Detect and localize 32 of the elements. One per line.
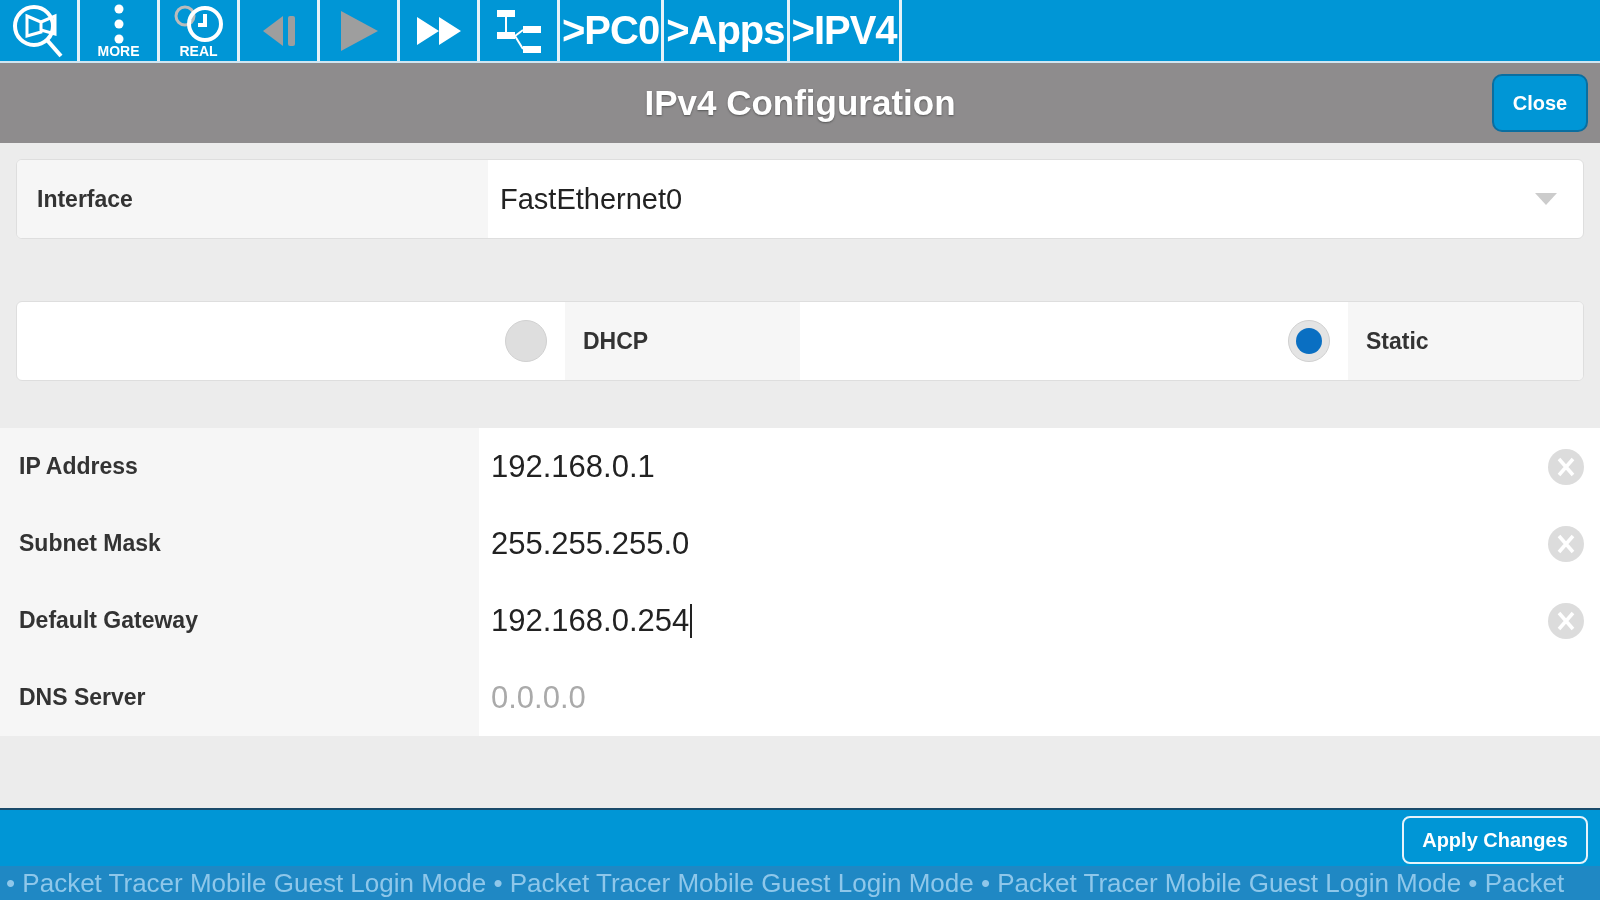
dropdown-caret-icon <box>1535 193 1557 205</box>
clear-icon[interactable] <box>1548 448 1584 485</box>
breadcrumb-button[interactable]: >Apps <box>664 0 787 61</box>
field-label: DNS Server <box>0 659 479 736</box>
fast-forward-icon <box>414 15 463 46</box>
breadcrumb-button[interactable]: >IPV4 <box>789 0 899 61</box>
input-field[interactable]: 255.255.255.0 <box>491 523 1538 564</box>
ticker-text: • Packet Tracer Mobile Guest Login Mode • Packet Tracer Mobile Guest Login Mode • Packet Tracer Mobile Guest Login Mode • Packet <box>6 867 1565 899</box>
toolbar-button[interactable] <box>480 0 557 61</box>
toolbar-button[interactable]: REAL <box>160 0 237 61</box>
clear-icon[interactable] <box>1548 525 1584 562</box>
input-field[interactable]: 192.168.0.1 <box>491 446 1538 487</box>
input-field[interactable]: 0.0.0.0 <box>491 677 1584 718</box>
clear-icon[interactable] <box>1548 602 1584 639</box>
toolbar-button[interactable] <box>400 0 477 61</box>
more-dots-icon <box>112 3 125 44</box>
interface-label: Interface <box>17 160 488 238</box>
field-label: Subnet Mask <box>0 505 479 582</box>
window-title: IPv4 Configuration <box>644 83 956 123</box>
apply-changes-button[interactable]: Apply Changes <box>1402 816 1588 864</box>
toolbar-button[interactable] <box>0 0 77 61</box>
input-field[interactable]: 192.168.0.254 <box>491 600 1538 641</box>
radio-button[interactable] <box>505 320 547 362</box>
field-label: IP Address <box>0 428 479 505</box>
close-button[interactable]: Close <box>1492 74 1588 132</box>
field-label: Default Gateway <box>0 582 479 659</box>
radio-label: Static <box>1348 302 1583 380</box>
interface-dropdown[interactable]: FastEthernet0 <box>488 160 1583 238</box>
breadcrumb-button[interactable]: >PC0 <box>560 0 662 61</box>
radio-button[interactable] <box>1288 320 1330 362</box>
radio-label: DHCP <box>565 302 800 380</box>
toolbar-button[interactable]: MORE <box>80 0 157 61</box>
